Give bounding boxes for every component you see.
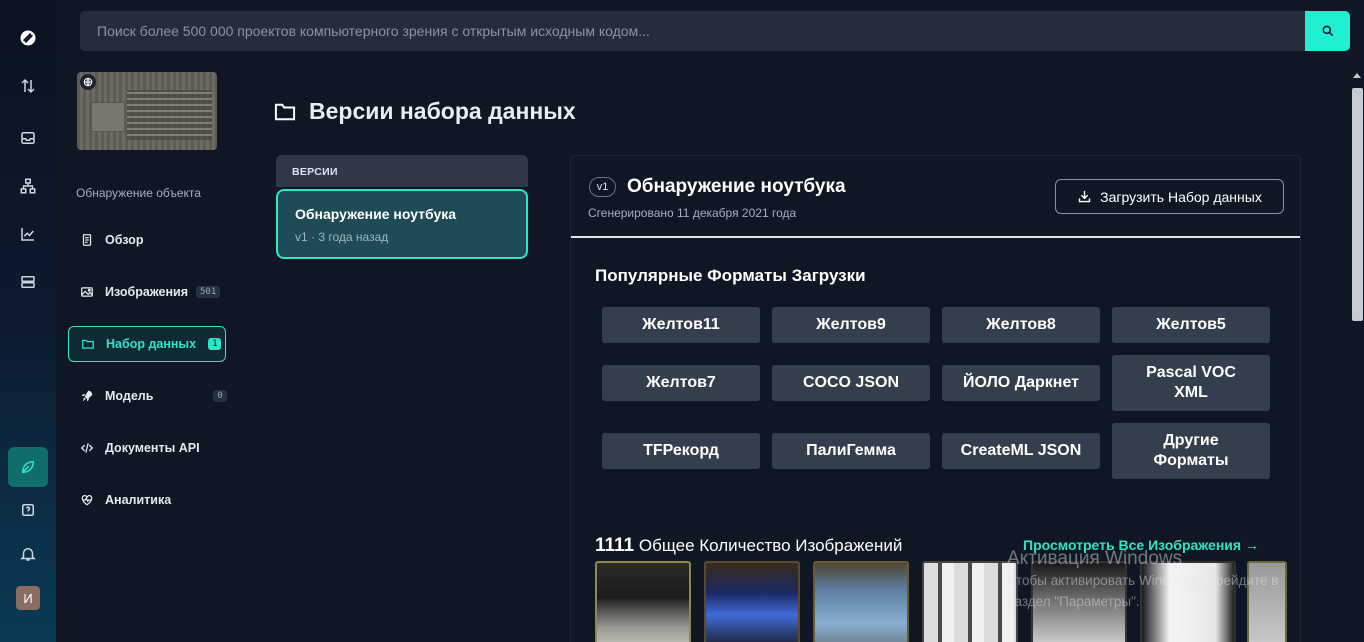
dataset-panel: v1 Обнаружение ноутбука Сгенерировано 11… [570,155,1301,642]
divider [571,236,1300,238]
format-button[interactable]: CreateML JSON [942,433,1100,469]
project-thumbnail[interactable] [77,72,217,150]
image-thumbnail[interactable] [813,561,909,642]
nav-item-label: Изображения [105,285,189,299]
windows-activation-text: раздел "Параметры". [1007,594,1140,609]
version-item[interactable]: Обнаружение ноутбука v1 · 3 года назад [276,189,528,259]
search-icon [1322,25,1333,37]
format-button[interactable]: Желтов8 [942,307,1100,343]
nav-item-images[interactable]: Изображения 501 [68,274,226,310]
version-name: Обнаружение ноутбука [295,206,457,222]
format-button[interactable]: COCO JSON [772,365,930,401]
format-button[interactable]: Желтов5 [1112,307,1270,343]
windows-activation-title: Активация Windows [1007,548,1183,569]
scrollbar-thumb[interactable] [1352,88,1363,321]
download-label: Загрузить Набор данных [1100,188,1262,205]
version-separator: · [311,230,316,244]
inbox-icon[interactable] [8,118,48,158]
image-icon [80,285,94,299]
dataset-title: Обнаружение ноутбука [627,176,846,197]
code-icon [80,441,94,455]
leaf-icon[interactable] [8,447,48,487]
windows-activation-text: Чтобы активировать Windows, перейдите в [1007,573,1279,588]
format-button[interactable]: TFРекорд [602,433,760,469]
nav-item-label: Набор данных [106,337,197,351]
nav-item-dataset[interactable]: Набор данных 1 [68,326,226,362]
heart-pulse-icon [80,493,94,507]
image-thumbnail[interactable] [595,561,691,642]
image-count-label: Общее Количество Изображений [638,536,903,555]
image-count: 1111 Общее Количество Изображений [595,535,902,557]
count-badge: 501 [196,286,221,298]
formats-title: Популярные Форматы Загрузки [595,266,866,285]
folder-icon [274,103,296,120]
format-button[interactable]: Другие Форматы [1112,423,1270,479]
version-meta: v1 · 3 года назад [295,230,509,244]
search-bar [80,11,1350,51]
format-button[interactable]: Желтов11 [602,307,760,343]
version-tag: v1 [295,230,308,244]
nav-item-model[interactable]: Модель 0 [68,378,227,414]
format-button[interactable]: Желтов7 [602,365,760,401]
workflow-icon[interactable] [8,166,48,206]
download-dataset-button[interactable]: Загрузить Набор данных [1055,179,1284,214]
count-badge: 1 [208,338,222,350]
format-button[interactable]: ПалиГемма [772,433,930,469]
nav-item-overview[interactable]: Обзор [68,222,226,258]
format-button[interactable]: Pascal VOC XML [1112,355,1270,411]
format-button[interactable]: ЙОЛО Даркнет [942,365,1100,401]
nav-item-label: Документы API [105,441,200,455]
search-button[interactable] [1305,11,1350,51]
nav-item-label: Аналитика [105,493,172,507]
scroll-up-arrow[interactable] [1353,73,1361,78]
avatar[interactable]: И [16,586,40,610]
nav-item-label: Обзор [105,233,144,247]
search-input[interactable] [80,11,1305,51]
versions-header: ВЕРСИИ [276,155,528,187]
version-badge: v1 [589,177,616,197]
document-icon [80,233,94,247]
nav-item-label: Модель [105,389,154,403]
nav-item-analytics[interactable]: Аналитика [68,482,226,518]
image-thumbnail[interactable] [922,561,1018,642]
folder-icon [81,337,95,351]
project-type: Обнаружение объекта [76,186,201,200]
swap-icon[interactable] [8,66,48,106]
version-age: 3 года назад [318,230,389,244]
download-icon [1078,190,1091,203]
image-thumbnail[interactable] [704,561,800,642]
globe-icon [80,74,96,90]
format-button[interactable]: Желтов9 [772,307,930,343]
logo-icon[interactable] [8,18,48,58]
bell-icon[interactable] [8,534,48,574]
nav-item-api-docs[interactable]: Документы API [68,430,226,466]
generated-date: Сгенерировано 11 декабря 2021 года [588,206,797,220]
versions-list: ВЕРСИИ Обнаружение ноутбука v1 · 3 года … [276,155,528,261]
help-icon[interactable] [8,490,48,530]
rocket-icon [80,389,94,403]
page-title: Версии набора данных [274,98,576,125]
left-rail: И [0,0,56,642]
count-badge: 0 [213,390,227,402]
chart-icon[interactable] [8,214,48,254]
image-count-number: 1111 [595,535,635,556]
page-title-text: Версии набора данных [309,98,576,124]
storage-icon[interactable] [8,262,48,302]
